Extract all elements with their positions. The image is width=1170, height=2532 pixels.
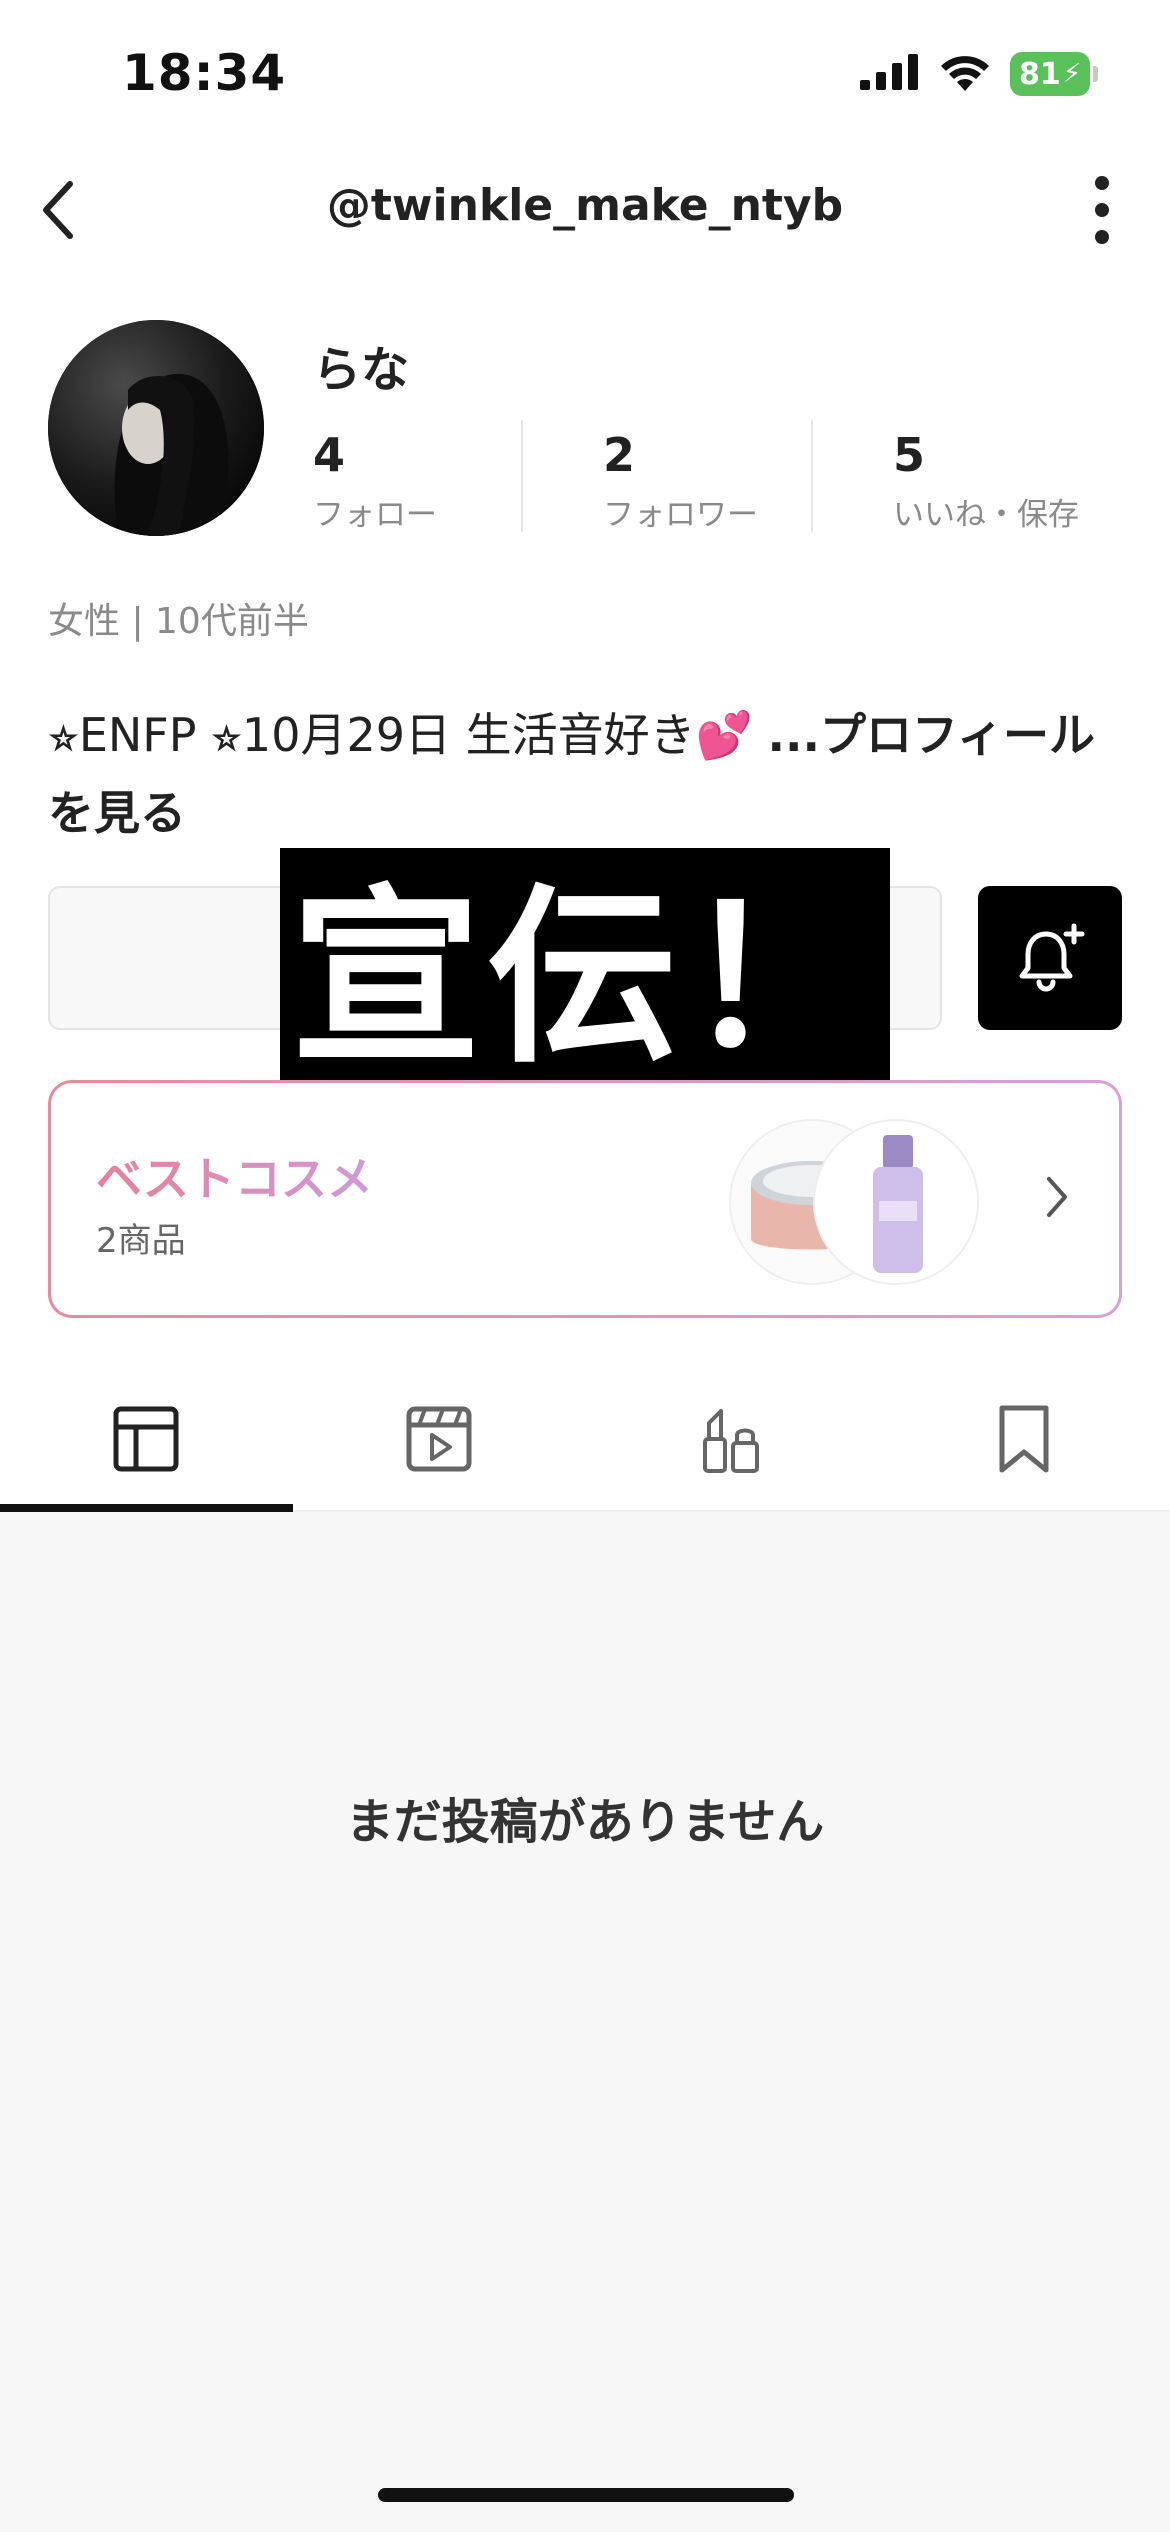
likes-label: いいね・保存 [893,497,1079,534]
cosmetics-tab[interactable] [585,1368,878,1510]
bell-plus-icon [1019,923,1085,992]
saved-tab[interactable] [878,1368,1170,1510]
stat-likes[interactable]: 5 いいね・保存 [811,420,1143,535]
wifi-icon [940,53,990,95]
bio[interactable]: ⭐︎ENFP ⭐︎10月29日 生活音好き💕 ...プロフィールを見る [48,696,1128,852]
status-icons: 81 ⚡ [860,52,1098,96]
empty-state-message: まだ投稿がありません [345,1794,825,1850]
best-cosme-count: 2商品 [96,1221,186,1261]
more-vertical-icon [1095,176,1109,244]
followers-count: 2 [603,428,636,482]
home-indicator[interactable] [378,2488,794,2502]
nav-bar: @twinkle_make_ntyb [0,150,1170,270]
notify-button[interactable] [978,886,1122,1030]
video-play-icon [406,1406,472,1472]
promo-overlay: 宣伝！ [280,848,890,1110]
grid-layout-icon [113,1406,179,1472]
more-button[interactable] [1062,170,1142,250]
charging-bolt-icon: ⚡ [1062,59,1081,89]
battery-icon: 81 ⚡ [1010,52,1098,96]
follow-label: フォロー [313,497,437,534]
demographic-info: 女性 | 10代前半 [48,601,309,642]
posts-tab[interactable] [0,1368,293,1512]
follow-count: 4 [313,428,346,482]
page-title: @twinkle_make_ntyb [326,180,844,231]
posts-empty-area: まだ投稿がありません [0,1512,1170,2532]
bio-text: ⭐︎ENFP ⭐︎10月29日 生活音好き💕 [48,708,768,762]
lipstick-icon [703,1409,760,1473]
stat-followers[interactable]: 2 フォロワー [521,420,811,535]
serum-bottle-thumb [813,1119,979,1285]
best-cosme-card[interactable]: ベストコスメ 2商品 [48,1080,1122,1318]
content-tabs [0,1368,1170,1512]
bookmark-icon [999,1405,1049,1473]
status-bar: 18:34 81 ⚡ [0,0,1170,150]
status-time: 18:34 [122,44,287,102]
signal-icon [860,54,920,94]
videos-tab[interactable] [293,1368,586,1510]
followers-label: フォロワー [603,497,758,534]
avatar[interactable] [48,320,264,536]
chevron-right-icon[interactable] [1045,1175,1069,1219]
profile-stats: 4 フォロー 2 フォロワー 5 いいね・保存 [313,420,1143,535]
battery-level: 81 [1018,56,1061,92]
display-name: らな [313,342,410,398]
stat-follow[interactable]: 4 フォロー [313,420,521,535]
likes-count: 5 [893,428,926,482]
best-cosme-title: ベストコスメ [96,1143,373,1209]
